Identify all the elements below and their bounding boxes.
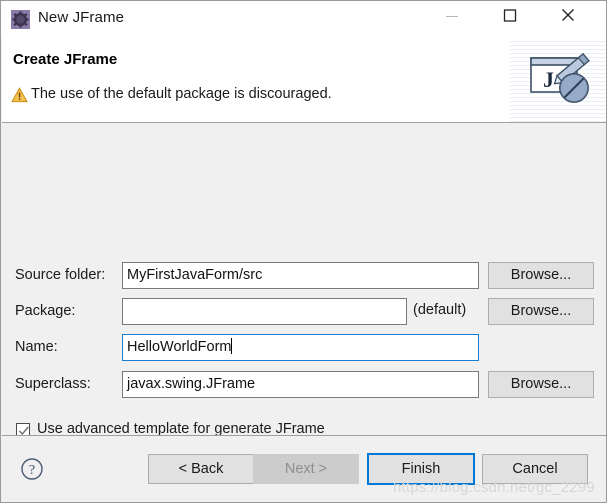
superclass-browse-button[interactable]: Browse... [488, 371, 594, 398]
jframe-wizard-banner-icon: J [510, 38, 606, 122]
source-folder-input[interactable]: MyFirstJavaForm/src [122, 262, 479, 289]
minimize-icon[interactable] [429, 1, 475, 31]
back-button[interactable]: < Back [148, 454, 254, 484]
title-bar: New JFrame [1, 1, 606, 38]
svg-text:?: ? [29, 463, 35, 478]
source-folder-label: Source folder: [15, 267, 106, 283]
superclass-label: Superclass: [15, 376, 91, 392]
dialog-window: New JFrame Create JFrame The use of the … [0, 0, 607, 503]
name-input-value: HelloWorldForm [127, 339, 232, 355]
button-bar: ? < Back Next > Finish Cancel [2, 436, 606, 502]
text-caret [231, 338, 233, 354]
help-question-icon[interactable]: ? [20, 457, 44, 481]
window-title: New JFrame [38, 9, 125, 26]
package-input[interactable] [122, 298, 407, 325]
name-label: Name: [15, 339, 58, 355]
package-default-label: (default) [413, 302, 467, 318]
maximize-icon[interactable] [487, 1, 533, 31]
header-message: The use of the default package is discou… [31, 86, 332, 102]
package-label: Package: [15, 303, 76, 319]
source-folder-browse-button[interactable]: Browse... [488, 262, 594, 289]
finish-button[interactable]: Finish [367, 453, 475, 485]
jframe-gear-icon [11, 10, 30, 29]
form-area: Source folder: MyFirstJavaForm/src Brows… [2, 123, 606, 437]
wizard-header: Create JFrame The use of the default pac… [2, 38, 606, 123]
superclass-input[interactable]: javax.swing.JFrame [122, 371, 479, 398]
page-title: Create JFrame [13, 51, 118, 68]
warning-icon [11, 87, 28, 103]
package-browse-button[interactable]: Browse... [488, 298, 594, 325]
cancel-button[interactable]: Cancel [482, 454, 588, 484]
next-button: Next > [253, 454, 359, 484]
close-icon[interactable] [545, 1, 591, 31]
name-input[interactable]: HelloWorldForm [122, 334, 479, 361]
svg-text:J: J [543, 67, 554, 92]
